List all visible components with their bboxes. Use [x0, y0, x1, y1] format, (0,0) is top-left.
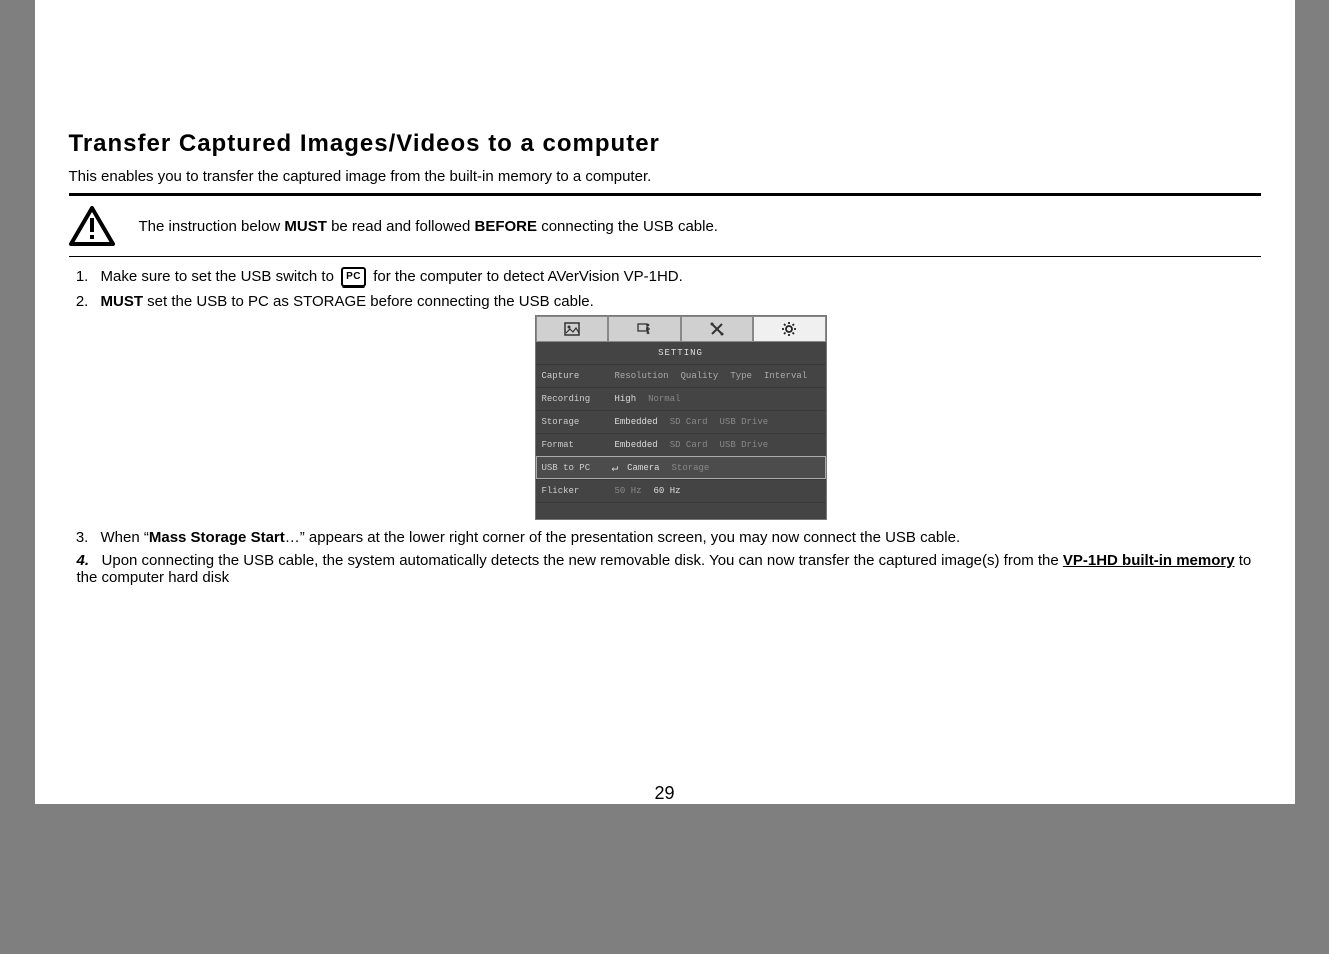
- opt: Embedded: [612, 416, 661, 428]
- section-heading: Transfer Captured Images/Videos to a com…: [69, 130, 1261, 158]
- step-4: 4. Upon connecting the USB cable, the sy…: [69, 552, 1261, 586]
- text: The instruction below: [139, 218, 285, 235]
- text-underline: VP-1HD built-in memory: [1063, 552, 1235, 569]
- opt: SD Card: [667, 416, 711, 428]
- text: be read and followed: [327, 218, 475, 235]
- divider: [69, 256, 1261, 257]
- settings-row-storage: Storage Embedded SD Card USB Drive: [536, 410, 826, 433]
- opt: Interval: [761, 370, 810, 382]
- tab-tools-icon: [681, 316, 754, 342]
- text-bold: MUST: [284, 218, 327, 235]
- settings-row-usb-to-pc: USB to PC ↵ Camera Storage: [536, 456, 826, 479]
- opt: Type: [727, 370, 755, 382]
- settings-row-blank: [536, 502, 826, 519]
- text: When “: [101, 529, 149, 546]
- opt: Storage: [669, 462, 713, 474]
- settings-row-format: Format Embedded SD Card USB Drive: [536, 433, 826, 456]
- intro-text: This enables you to transfer the capture…: [69, 168, 1261, 185]
- viewer-chrome: [0, 804, 1329, 954]
- row-label: USB to PC: [542, 463, 612, 473]
- text: set the USB to PC as STORAGE before conn…: [143, 293, 594, 310]
- row-label: Flicker: [542, 486, 612, 496]
- settings-title: SETTING: [536, 342, 826, 364]
- opt: Embedded: [612, 439, 661, 451]
- settings-tabs: [536, 316, 826, 342]
- settings-row-flicker: Flicker 50 Hz 60 Hz: [536, 479, 826, 502]
- row-label: Storage: [542, 417, 612, 427]
- text-bold: MUST: [101, 293, 144, 310]
- step-2: MUST set the USB to PC as STORAGE before…: [93, 293, 1261, 519]
- tab-settings-icon: [753, 316, 826, 342]
- settings-row-recording: Recording High Normal: [536, 387, 826, 410]
- opt: SD Card: [667, 439, 711, 451]
- settings-screenshot: SETTING Capture Resolution Quality Type …: [101, 316, 1261, 519]
- warning-icon: [69, 206, 115, 246]
- opt: Camera: [624, 462, 662, 474]
- tab-image-icon: [536, 316, 609, 342]
- enter-icon: ↵: [612, 461, 619, 475]
- opt: 50 Hz: [612, 485, 645, 497]
- opt: USB Drive: [717, 416, 772, 428]
- page-number: 29: [35, 777, 1295, 806]
- document-page: Transfer Captured Images/Videos to a com…: [35, 0, 1295, 804]
- step-1: Make sure to set the USB switch to PC fo…: [93, 267, 1261, 287]
- step-3: When “Mass Storage Start…” appears at th…: [93, 529, 1261, 546]
- divider: [69, 193, 1261, 196]
- opt: Resolution: [612, 370, 672, 382]
- text: Upon connecting the USB cable, the syste…: [102, 552, 1063, 569]
- opt: Normal: [645, 393, 683, 405]
- warning-callout: The instruction below MUST be read and f…: [69, 200, 1261, 252]
- text-bold: BEFORE: [475, 218, 538, 235]
- opt: Quality: [678, 370, 722, 382]
- text: …” appears at the lower right corner of …: [285, 529, 960, 546]
- list-number: 4.: [77, 552, 90, 569]
- text: connecting the USB cable.: [537, 218, 718, 235]
- tab-presenter-icon: [608, 316, 681, 342]
- row-label: Format: [542, 440, 612, 450]
- pc-switch-icon: PC: [341, 267, 366, 287]
- opt: 60 Hz: [651, 485, 684, 497]
- text: Make sure to set the USB switch to: [101, 268, 339, 285]
- warning-text: The instruction below MUST be read and f…: [139, 218, 718, 235]
- instruction-list: Make sure to set the USB switch to PC fo…: [69, 267, 1261, 586]
- text-bold: Mass Storage Start: [149, 529, 285, 546]
- opt: USB Drive: [717, 439, 772, 451]
- text: for the computer to detect AVerVision VP…: [373, 268, 683, 285]
- settings-panel: SETTING Capture Resolution Quality Type …: [536, 316, 826, 519]
- row-label: Capture: [542, 371, 612, 381]
- row-label: Recording: [542, 394, 612, 404]
- opt: High: [612, 393, 640, 405]
- settings-row-capture: Capture Resolution Quality Type Interval: [536, 364, 826, 387]
